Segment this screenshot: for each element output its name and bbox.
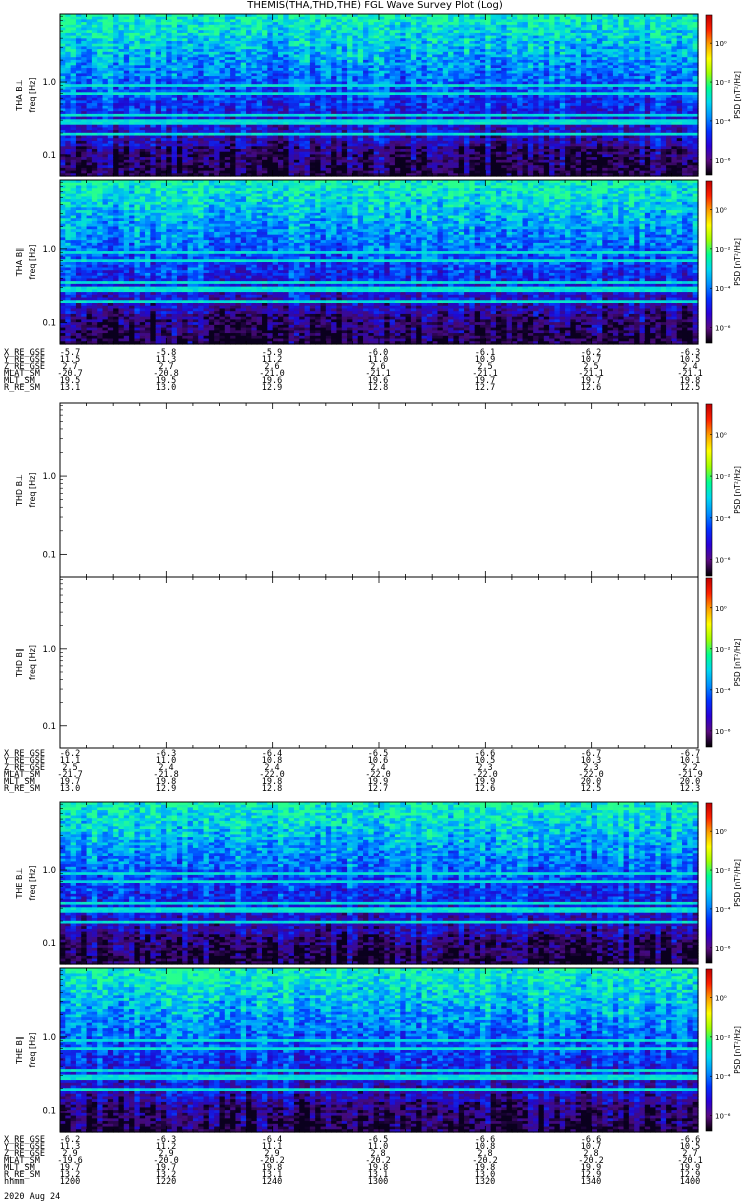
spectrogram-figure: 1.00.1THA B⊥ freq [Hz]10⁰10⁻²10⁻⁴10⁻⁶PSD … [0, 0, 750, 1200]
panel-tha-bperp: 1.00.1THA B⊥ freq [Hz]10⁰10⁻²10⁻⁴10⁻⁶PSD … [15, 14, 742, 177]
